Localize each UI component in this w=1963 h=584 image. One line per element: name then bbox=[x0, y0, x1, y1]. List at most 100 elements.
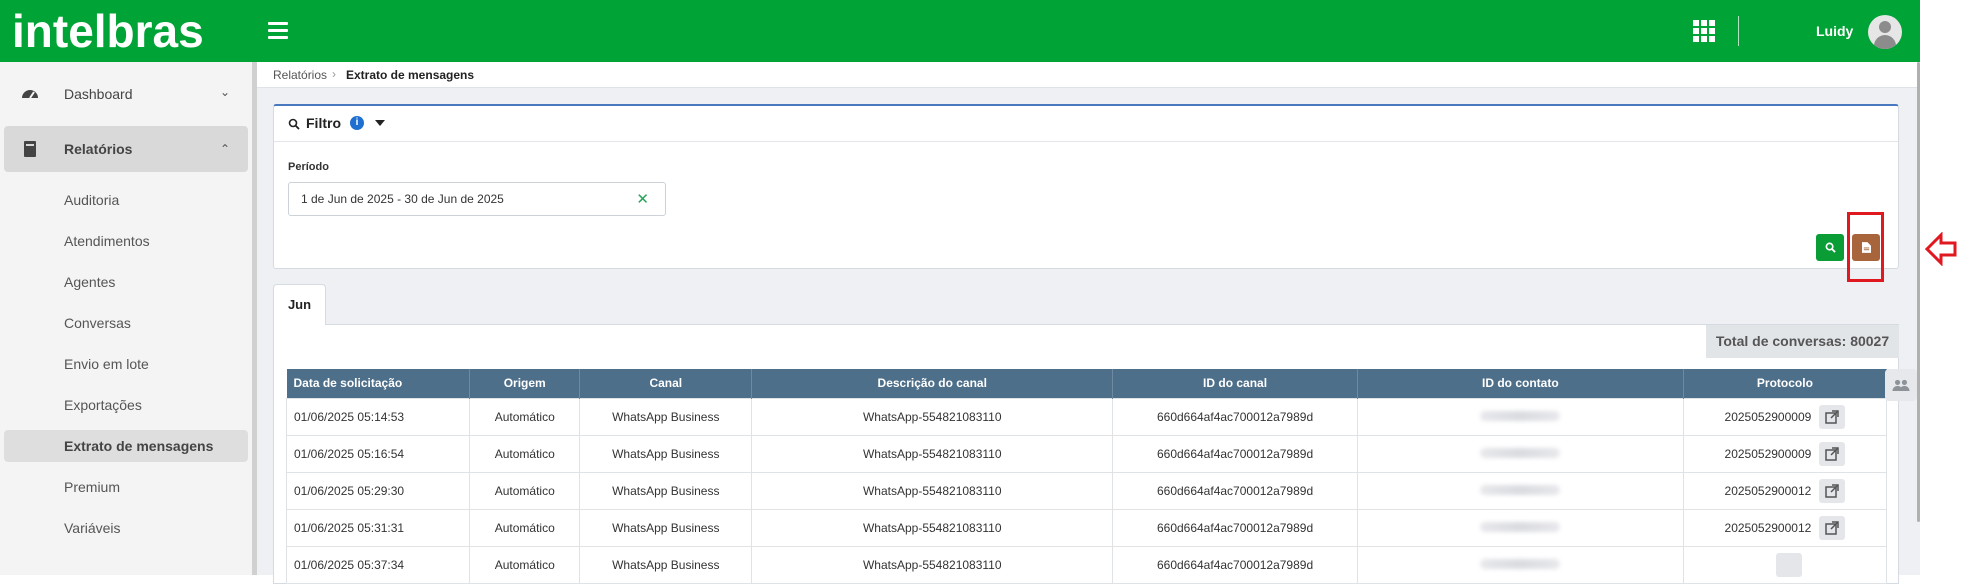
apps-grid-icon[interactable] bbox=[1693, 20, 1715, 42]
redacted-value bbox=[1480, 410, 1561, 421]
sidebar-subitem-exportacoes[interactable]: Exportações bbox=[4, 389, 248, 421]
external-link-icon bbox=[1825, 520, 1840, 535]
column-header[interactable]: Canal bbox=[579, 369, 753, 398]
dashboard-icon bbox=[22, 90, 38, 99]
channel-cell: WhatsApp Business bbox=[579, 508, 753, 547]
top-bar: intelbras Luidy bbox=[0, 0, 1920, 62]
protocol-value: 2025052900009 bbox=[1724, 409, 1812, 424]
filter-panel: Filtro i Período 1 de Jun de 2025 - 30 d… bbox=[273, 104, 1899, 282]
channel-cell: WhatsApp Business bbox=[579, 545, 753, 584]
open-external-button[interactable] bbox=[1819, 404, 1846, 429]
contact-id-cell bbox=[1356, 545, 1684, 584]
user-name[interactable]: Luidy bbox=[1816, 23, 1853, 39]
column-header[interactable]: ID do canal bbox=[1112, 369, 1358, 398]
sidebar-subitem-extrato-de-mensagens[interactable]: Extrato de mensagens bbox=[4, 430, 248, 462]
sidebar-subitem-auditoria[interactable]: Auditoria bbox=[4, 184, 248, 216]
protocol-value: 2025052900009 bbox=[1724, 446, 1812, 461]
header-divider bbox=[1738, 16, 1739, 46]
info-icon[interactable]: i bbox=[350, 116, 364, 130]
column-header[interactable]: Origem bbox=[469, 369, 581, 398]
date-cell: 01/06/2025 05:16:54 bbox=[285, 434, 471, 473]
open-external-button[interactable] bbox=[1775, 552, 1802, 577]
open-external-button[interactable] bbox=[1819, 478, 1846, 503]
external-link-icon bbox=[1825, 483, 1840, 498]
channel-id-cell: 660d664af4ac700012a7989d bbox=[1112, 545, 1358, 584]
menu-icon[interactable] bbox=[268, 22, 288, 40]
channel-description-cell: WhatsApp-554821083110 bbox=[751, 508, 1114, 547]
users-icon bbox=[1892, 379, 1910, 391]
channel-description-cell: WhatsApp-554821083110 bbox=[751, 471, 1114, 510]
total-conversations-badge: Total de conversas: 80027 bbox=[1706, 325, 1899, 358]
sidebar-subitem-conversas[interactable]: Conversas bbox=[4, 307, 248, 339]
intelbras-logo[interactable]: intelbras bbox=[12, 6, 204, 56]
contact-id-cell bbox=[1356, 508, 1684, 547]
channel-description-cell: WhatsApp-554821083110 bbox=[751, 545, 1114, 584]
column-header[interactable]: ID do contato bbox=[1357, 369, 1684, 398]
sidebar-subitem-premium[interactable]: Premium bbox=[4, 471, 248, 503]
sidebar-subitem-agentes[interactable]: Agentes bbox=[4, 266, 248, 298]
column-header[interactable]: Descrição do canal bbox=[751, 369, 1114, 398]
table-row[interactable]: 01/06/2025 05:29:30 Automático WhatsApp … bbox=[285, 471, 1888, 510]
origin-cell: Automático bbox=[469, 471, 581, 510]
caret-down-icon[interactable] bbox=[375, 120, 385, 126]
column-header[interactable]: Protocolo bbox=[1683, 369, 1888, 398]
period-value: 1 de Jun de 2025 - 30 de Jun de 2025 bbox=[301, 192, 504, 206]
protocol-cell bbox=[1682, 545, 1888, 584]
open-external-button[interactable] bbox=[1819, 515, 1846, 540]
contact-id-cell bbox=[1356, 434, 1684, 473]
sidebar-item-dashboard[interactable]: Dashboard ⌄ bbox=[4, 71, 248, 117]
messages-table: Data de solicitação Origem Canal Descriç… bbox=[285, 369, 1888, 584]
breadcrumb-separator-icon: › bbox=[332, 67, 336, 81]
sidebar: Dashboard ⌄ Relatórios ⌃ Auditoria Atend… bbox=[0, 62, 252, 575]
open-external-button[interactable] bbox=[1819, 441, 1846, 466]
search-icon bbox=[1825, 242, 1836, 253]
tabs-area: Jun Total de conversas: 80027 Data de so… bbox=[273, 284, 1919, 584]
chevron-up-icon: ⌃ bbox=[219, 142, 230, 156]
period-label: Período bbox=[288, 161, 329, 173]
tab-panel: Total de conversas: 80027 Data de solici… bbox=[273, 324, 1899, 584]
table-header-row: Data de solicitação Origem Canal Descriç… bbox=[286, 369, 1888, 398]
tab-jun[interactable]: Jun bbox=[273, 284, 326, 325]
redacted-value bbox=[1480, 558, 1561, 569]
breadcrumb: Relatórios › Extrato de mensagens bbox=[257, 62, 1920, 88]
book-icon bbox=[24, 141, 36, 157]
origin-cell: Automático bbox=[469, 508, 581, 547]
channel-id-cell: 660d664af4ac700012a7989d bbox=[1112, 397, 1358, 436]
channel-description-cell: WhatsApp-554821083110 bbox=[751, 397, 1114, 436]
sidebar-item-relatorios[interactable]: Relatórios ⌃ bbox=[4, 126, 248, 172]
breadcrumb-parent-link[interactable]: Relatórios bbox=[273, 68, 327, 82]
table-row[interactable]: 01/06/2025 05:14:53 Automático WhatsApp … bbox=[285, 397, 1888, 436]
user-avatar[interactable] bbox=[1868, 15, 1902, 49]
table-row[interactable]: 01/06/2025 05:31:31 Automático WhatsApp … bbox=[285, 508, 1888, 547]
external-link-icon bbox=[1825, 446, 1840, 461]
date-cell: 01/06/2025 05:14:53 bbox=[285, 397, 471, 436]
sidebar-subitem-variaveis[interactable]: Variáveis bbox=[4, 512, 248, 544]
column-header[interactable]: Data de solicitação bbox=[286, 369, 471, 398]
table-row[interactable]: 01/06/2025 05:16:54 Automático WhatsApp … bbox=[285, 434, 1888, 473]
origin-cell: Automático bbox=[469, 545, 581, 584]
filter-title: Filtro bbox=[306, 115, 341, 131]
breadcrumb-current: Extrato de mensagens bbox=[346, 68, 475, 82]
protocol-value: 2025052900012 bbox=[1724, 483, 1812, 498]
redacted-value bbox=[1480, 447, 1561, 458]
table-row[interactable]: 01/06/2025 05:37:34 Automático WhatsApp … bbox=[285, 545, 1888, 584]
protocol-cell: 2025052900012 bbox=[1682, 508, 1888, 547]
period-date-range-input[interactable]: 1 de Jun de 2025 - 30 de Jun de 2025 ✕ bbox=[288, 182, 666, 216]
contact-id-cell bbox=[1356, 397, 1684, 436]
sidebar-subitem-envio-em-lote[interactable]: Envio em lote bbox=[4, 348, 248, 380]
highlight-box-annotation bbox=[1847, 212, 1884, 282]
sidebar-subitem-atendimentos[interactable]: Atendimentos bbox=[4, 225, 248, 257]
filter-header[interactable]: Filtro i bbox=[274, 106, 1898, 142]
date-cell: 01/06/2025 05:37:34 bbox=[285, 545, 471, 584]
origin-cell: Automático bbox=[469, 434, 581, 473]
contacts-float-button[interactable] bbox=[1885, 369, 1917, 401]
page-scrollbar[interactable] bbox=[1917, 62, 1920, 522]
sidebar-item-label: Relatórios bbox=[64, 141, 133, 157]
date-cell: 01/06/2025 05:29:30 bbox=[285, 471, 471, 510]
redacted-value bbox=[1480, 521, 1561, 532]
search-icon bbox=[288, 118, 300, 130]
search-button[interactable] bbox=[1816, 234, 1844, 261]
clear-icon[interactable]: ✕ bbox=[636, 190, 649, 208]
external-link-icon bbox=[1825, 409, 1840, 424]
chevron-down-icon: ⌄ bbox=[219, 85, 230, 99]
